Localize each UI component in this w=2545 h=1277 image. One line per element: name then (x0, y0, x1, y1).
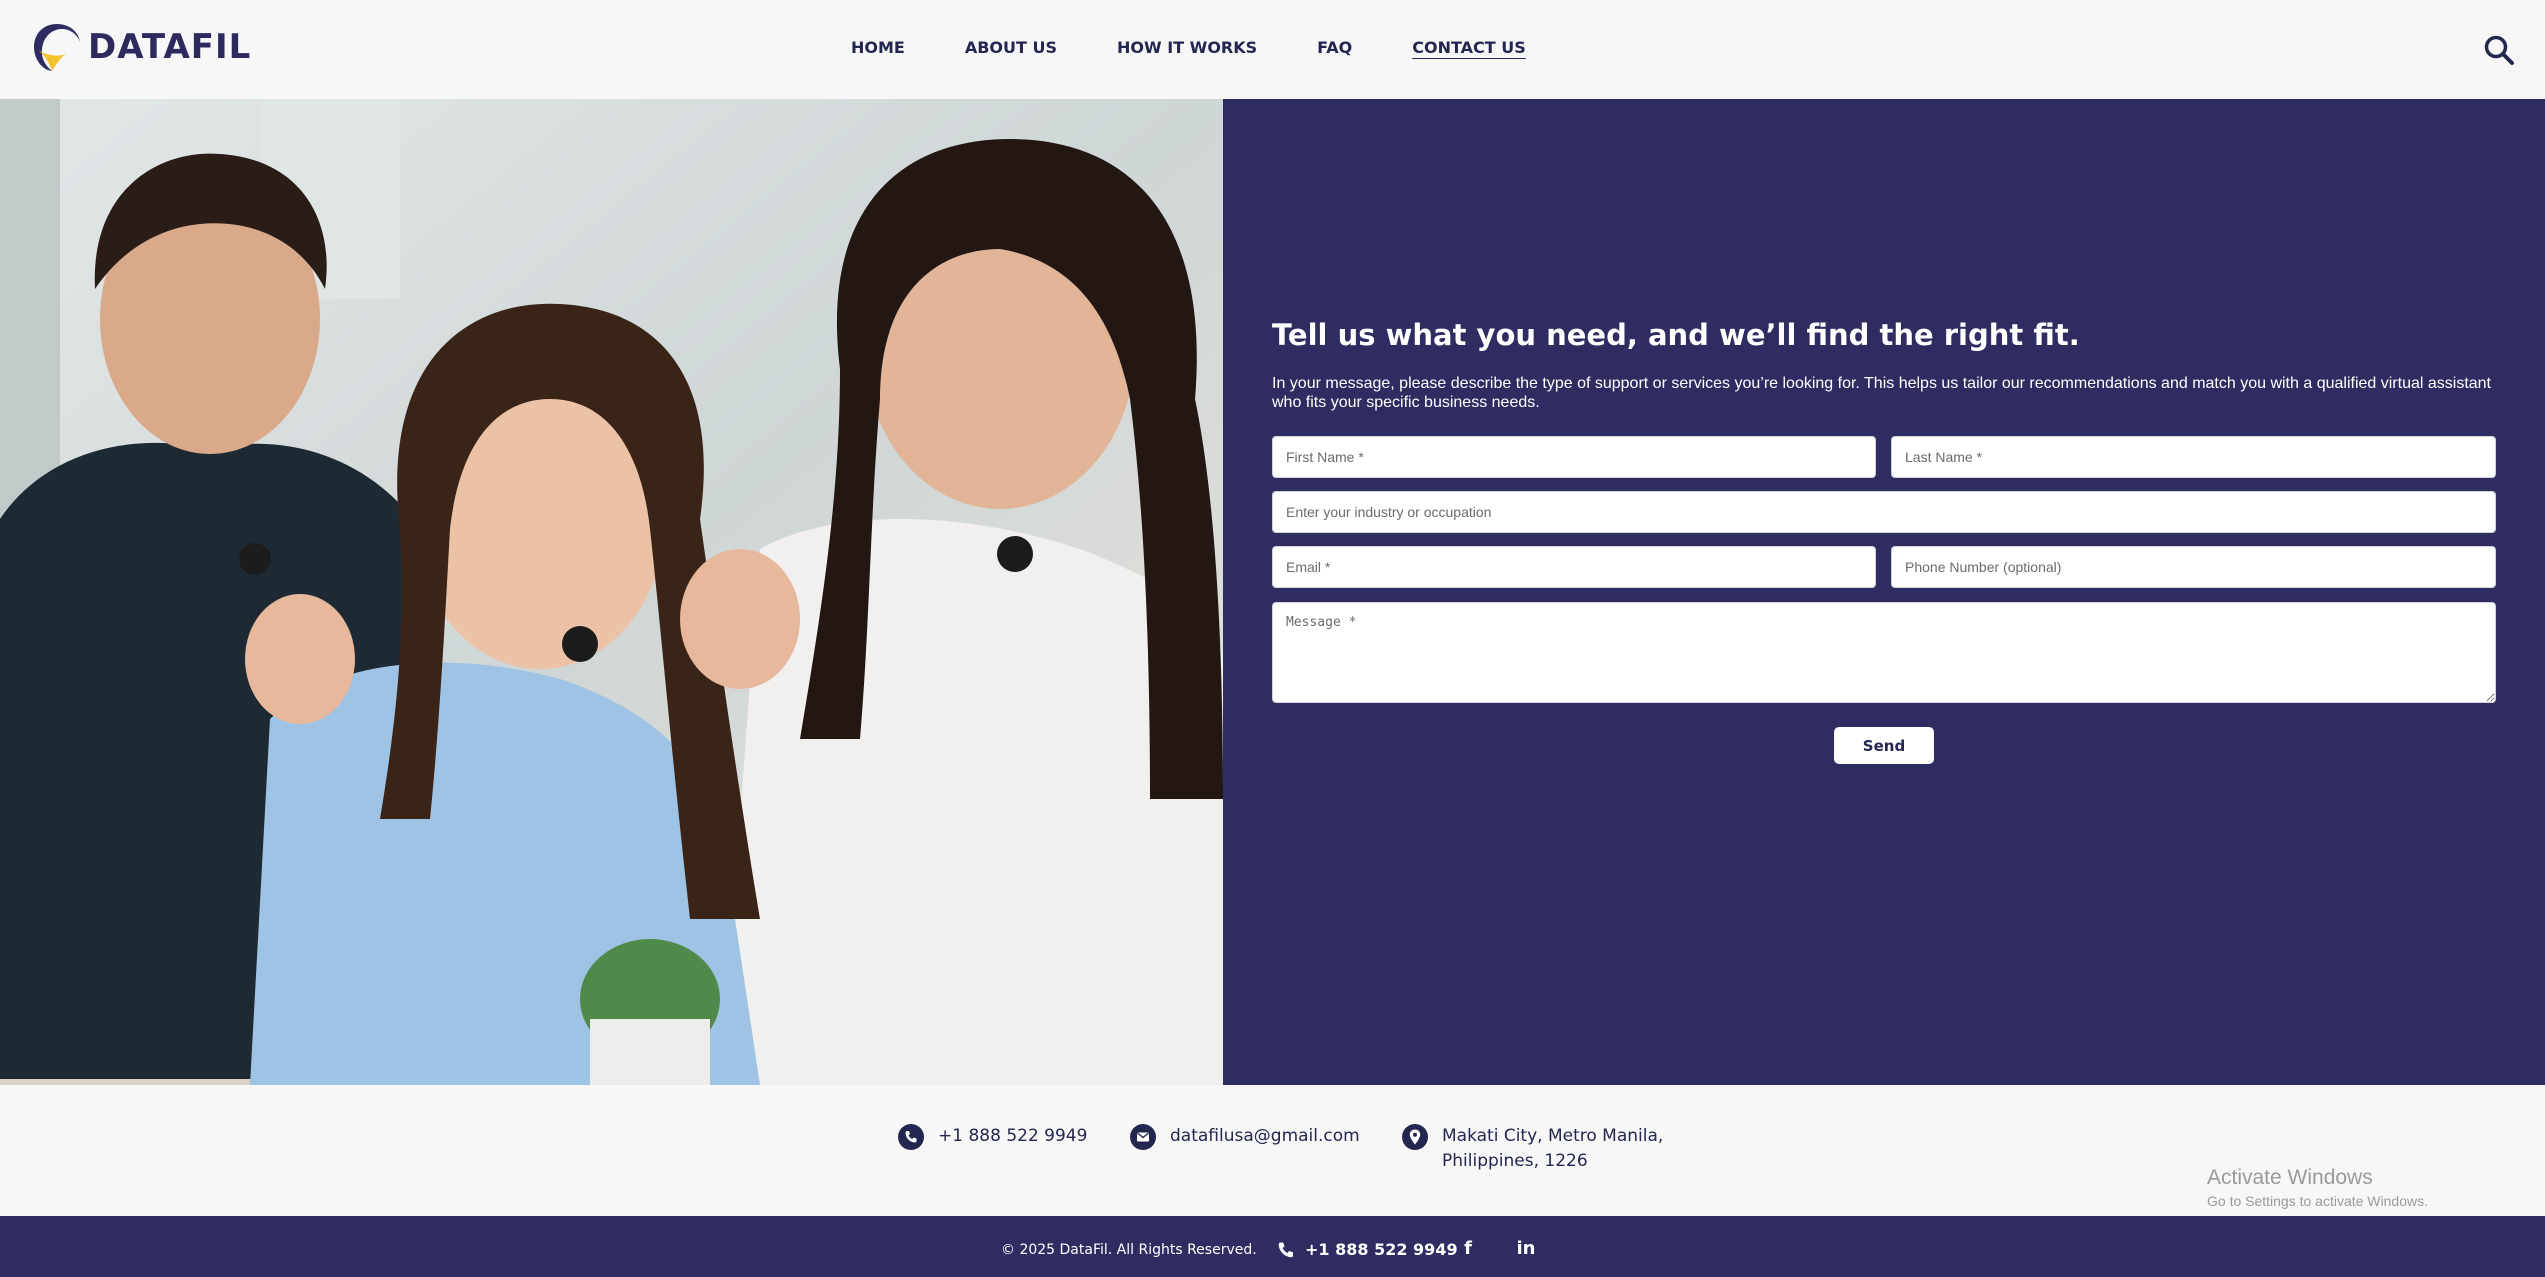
form-heading: Tell us what you need, and we’ll find th… (1272, 318, 2080, 352)
nav-home[interactable]: HOME (851, 38, 905, 57)
location-pin-icon (1402, 1124, 1428, 1150)
message-field[interactable] (1272, 602, 2496, 703)
contact-info-strip: +1 888 522 9949 datafilusa@gmail.com Mak… (0, 1085, 2545, 1216)
contact-form-panel: Tell us what you need, and we’ll find th… (1223, 99, 2545, 1085)
footer-phone-text: +1 888 522 9949 (1305, 1240, 1458, 1259)
windows-activation-notice: Activate Windows Go to Settings to activ… (2207, 1166, 2428, 1209)
search-icon[interactable] (2483, 34, 2515, 66)
nav-about-us[interactable]: ABOUT US (965, 38, 1057, 57)
main-nav: HOME ABOUT US HOW IT WORKS FAQ CONTACT U… (851, 38, 1586, 57)
contact-email[interactable]: datafilusa@gmail.com (1130, 1124, 1360, 1150)
contact-phone[interactable]: +1 888 522 9949 (898, 1124, 1087, 1150)
contact-phone-text: +1 888 522 9949 (938, 1126, 1088, 1146)
site-header: DATAFIL HOME ABOUT US HOW IT WORKS FAQ C… (0, 0, 2545, 99)
nav-faq[interactable]: FAQ (1317, 38, 1352, 57)
address-line-2: Philippines, 1226 (1442, 1151, 1588, 1171)
copyright-text: © 2025 DataFil. All Rights Reserved. (1001, 1242, 1257, 1258)
form-description: In your message, please describe the typ… (1272, 375, 2491, 411)
logo[interactable]: DATAFIL (30, 20, 251, 74)
nav-how-it-works[interactable]: HOW IT WORKS (1117, 38, 1257, 57)
contact-address: Makati City, Metro Manila, Philippines, … (1402, 1124, 1663, 1174)
logo-swoosh-icon (34, 24, 80, 71)
team-photo-illustration (0, 99, 1223, 1085)
send-button[interactable]: Send (1834, 727, 1934, 764)
footer-phone[interactable]: +1 888 522 9949 (1277, 1240, 1458, 1259)
address-line-1: Makati City, Metro Manila, (1442, 1126, 1664, 1146)
email-field[interactable] (1272, 546, 1876, 588)
phone-field[interactable] (1891, 546, 2496, 588)
phone-icon (1278, 1242, 1293, 1257)
contact-email-text: datafilusa@gmail.com (1170, 1126, 1360, 1146)
linkedin-icon[interactable]: in (1513, 1238, 1539, 1260)
activate-windows-subtitle: Go to Settings to activate Windows. (2207, 1193, 2428, 1209)
phone-icon (898, 1124, 924, 1150)
site-footer: © 2025 DataFil. All Rights Reserved. +1 … (0, 1216, 2545, 1277)
nav-contact-us[interactable]: CONTACT US (1412, 38, 1526, 57)
facebook-icon[interactable]: f (1457, 1238, 1479, 1260)
hero-photo (0, 99, 1223, 1085)
mail-icon (1130, 1124, 1156, 1150)
activate-windows-title: Activate Windows (2207, 1166, 2373, 1189)
first-name-field[interactable] (1272, 436, 1876, 478)
industry-field[interactable] (1272, 491, 2496, 533)
logo-text: DATAFIL (88, 27, 252, 67)
last-name-field[interactable] (1891, 436, 2496, 478)
